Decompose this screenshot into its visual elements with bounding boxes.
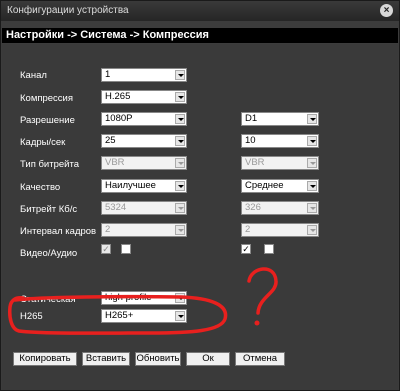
chevron-down-icon [175, 293, 185, 303]
bitrate-select: 5324 [101, 201, 187, 215]
label-video-audio: Видео/Аудио [20, 248, 78, 259]
breadcrumb: Настройки -> Система -> Компрессия [2, 28, 398, 43]
chevron-down-icon [307, 203, 317, 213]
extra-fps-select[interactable]: 10 [241, 134, 319, 148]
frame-interval-select: 2 [101, 223, 187, 237]
chevron-down-icon [175, 158, 185, 168]
device-config-window: Конфигурации устройства × Настройки -> С… [0, 0, 400, 391]
label-quality: Качество [20, 182, 61, 193]
static-profile-value: high profile [105, 292, 152, 303]
extra-resolution-value: D1 [245, 113, 258, 124]
extra-fps-value: 10 [245, 135, 256, 146]
window-titlebar: Конфигурации устройства × [1, 1, 399, 21]
h265-value: H265+ [105, 310, 134, 321]
chevron-down-icon [175, 225, 185, 235]
chevron-down-icon [175, 114, 185, 124]
chevron-down-icon [307, 136, 317, 146]
window-title: Конфигурации устройства [7, 5, 129, 16]
label-static: Статическая [20, 294, 76, 305]
bitrate-type-select: VBR [101, 156, 187, 170]
fps-select[interactable]: 25 [101, 134, 187, 148]
label-bitrate: Битрейт Кб/с [20, 204, 78, 215]
resolution-value: 1080P [105, 113, 133, 124]
label-resolution: Разрешение [20, 115, 75, 126]
quality-select[interactable]: Наилучшее [101, 179, 187, 193]
video-checkbox: ✓ [101, 244, 111, 254]
chevron-down-icon [175, 136, 185, 146]
label-bitrate-type: Тип битрейта [20, 159, 79, 170]
fps-value: 25 [105, 135, 116, 146]
extra-audio-checkbox[interactable] [264, 244, 274, 254]
extra-video-checkbox[interactable]: ✓ [241, 244, 251, 254]
extra-bitrate-type-value: VBR [245, 157, 265, 168]
bitrate-type-value: VBR [105, 157, 125, 168]
extra-quality-value: Среднее [245, 180, 284, 191]
compression-settings-panel: Канал Компрессия Разрешение Кадры/сек Ти… [2, 44, 398, 390]
chevron-down-icon [175, 311, 185, 321]
h265-select[interactable]: H265+ [101, 309, 187, 323]
bitrate-value: 5324 [105, 202, 127, 213]
compression-select[interactable]: H.265 [101, 90, 187, 104]
extra-frame-interval-value: 2 [245, 224, 251, 235]
frame-interval-value: 2 [105, 224, 111, 235]
static-profile-select[interactable]: high profile [101, 291, 187, 305]
extra-frame-interval-select: 2 [241, 223, 319, 237]
chevron-down-icon [175, 70, 185, 80]
extra-bitrate-value: 326 [245, 202, 261, 213]
chevron-down-icon [307, 181, 317, 191]
resolution-select[interactable]: 1080P [101, 112, 187, 126]
chevron-down-icon [175, 203, 185, 213]
paste-button[interactable]: Вставить [82, 352, 130, 366]
chevron-down-icon [307, 158, 317, 168]
extra-quality-select[interactable]: Среднее [241, 179, 319, 193]
audio-checkbox[interactable] [121, 244, 131, 254]
label-channel: Канал [20, 70, 47, 81]
label-h265: H265 [20, 311, 43, 322]
quality-value: Наилучшее [105, 180, 156, 191]
chevron-down-icon [175, 92, 185, 102]
chevron-down-icon [307, 225, 317, 235]
extra-resolution-select[interactable]: D1 [241, 112, 319, 126]
compression-value: H.265 [105, 91, 131, 102]
chevron-down-icon [307, 114, 317, 124]
cancel-button[interactable]: Отмена [235, 352, 285, 366]
copy-button[interactable]: Копировать [13, 352, 77, 366]
label-frame-interval: Интервал кадров [20, 226, 97, 237]
channel-select[interactable]: 1 [101, 68, 187, 82]
label-compression: Компрессия [20, 93, 74, 104]
channel-value: 1 [105, 69, 111, 80]
chevron-down-icon [175, 181, 185, 191]
extra-bitrate-type-select: VBR [241, 156, 319, 170]
label-fps: Кадры/сек [20, 137, 66, 148]
refresh-button[interactable]: Обновить [135, 352, 181, 366]
extra-bitrate-select: 326 [241, 201, 319, 215]
ok-button[interactable]: Ок [186, 352, 230, 366]
close-icon[interactable]: × [380, 4, 393, 17]
